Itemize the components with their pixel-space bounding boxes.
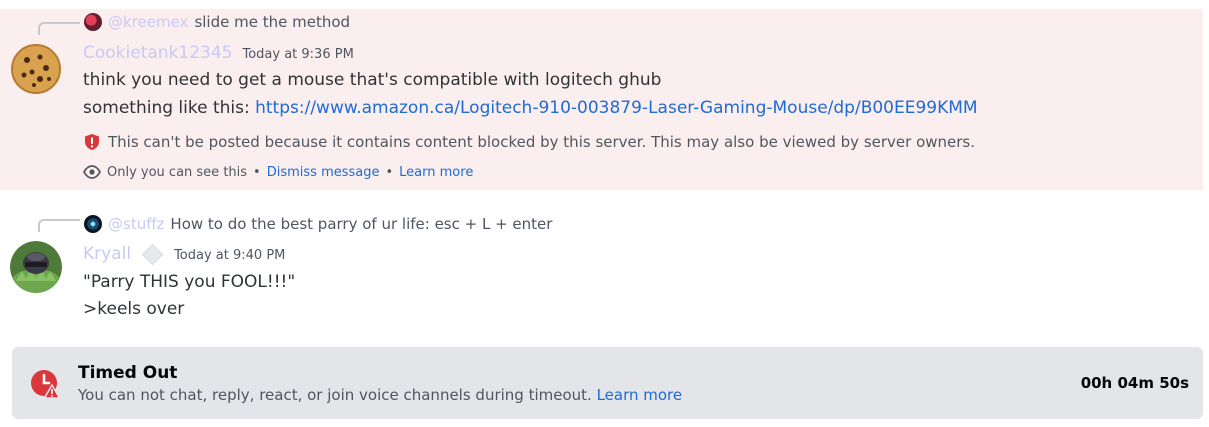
reply-connector <box>38 22 80 35</box>
blocked-message: @kreemex slide me the method Cookietank1… <box>0 9 1203 190</box>
timeout-description-text: You can not chat, reply, react, or join … <box>78 386 597 404</box>
reply-mention[interactable]: @kreemex <box>108 13 188 31</box>
avatar[interactable] <box>10 43 62 95</box>
message-header: Cookietank12345 Today at 9:36 PM <box>83 43 354 63</box>
timeout-timer: 00h 04m 50s <box>1080 374 1189 392</box>
timeout-title: Timed Out <box>78 363 178 383</box>
message: @stuffz How to do the best parry of ur l… <box>0 207 1203 332</box>
message-line: "Parry THIS you FOOL!!!" <box>83 272 296 292</box>
separator: • <box>385 164 394 180</box>
timestamp[interactable]: Today at 9:40 PM <box>174 248 285 263</box>
blocked-notice: This can't be posted because it contains… <box>83 133 975 151</box>
ephemeral-notice: Only you can see this • Dismiss message … <box>83 164 473 180</box>
message-line-with-link: something like this: https://www.amazon.… <box>83 98 978 118</box>
message-text: something like this: <box>83 98 256 118</box>
dismiss-message-link[interactable]: Dismiss message <box>267 165 380 180</box>
username[interactable]: Kryall <box>83 244 131 264</box>
username[interactable]: Cookietank12345 <box>83 43 232 63</box>
eye-icon <box>83 165 101 179</box>
timestamp[interactable]: Today at 9:36 PM <box>242 47 353 62</box>
timeout-description: You can not chat, reply, react, or join … <box>78 386 682 404</box>
only-you-text: Only you can see this <box>107 164 248 180</box>
cookie-avatar-image <box>11 44 61 94</box>
message-line: think you need to get a mouse that's com… <box>83 70 662 90</box>
reply-text[interactable]: slide me the method <box>194 13 350 31</box>
reply-avatar <box>84 215 102 233</box>
shield-icon <box>85 134 99 150</box>
avatar[interactable] <box>10 241 62 293</box>
blocked-notice-text: This can't be posted because it contains… <box>108 133 975 151</box>
reply-mention[interactable]: @stuffz <box>108 215 164 233</box>
helmet-avatar-image <box>10 241 62 293</box>
timeout-learn-more-link[interactable]: Learn more <box>597 386 683 404</box>
separator: • <box>253 164 261 180</box>
message-line: >keels over <box>83 299 185 319</box>
timeout-banner: Timed Out You can not chat, reply, react… <box>12 347 1203 419</box>
reply-preview[interactable]: @stuffz How to do the best parry of ur l… <box>84 213 552 235</box>
clock-warning-icon <box>31 370 60 399</box>
reply-text[interactable]: How to do the best parry of ur life: esc… <box>170 215 552 233</box>
diamond-badge-icon <box>141 243 164 265</box>
message-link[interactable]: https://www.amazon.ca/Logitech-910-00387… <box>255 98 977 118</box>
reply-connector <box>38 219 80 232</box>
reply-avatar <box>84 13 102 31</box>
reply-preview[interactable]: @kreemex slide me the method <box>84 11 350 33</box>
learn-more-link[interactable]: Learn more <box>399 165 473 180</box>
message-header: Kryall Today at 9:40 PM <box>83 243 285 265</box>
